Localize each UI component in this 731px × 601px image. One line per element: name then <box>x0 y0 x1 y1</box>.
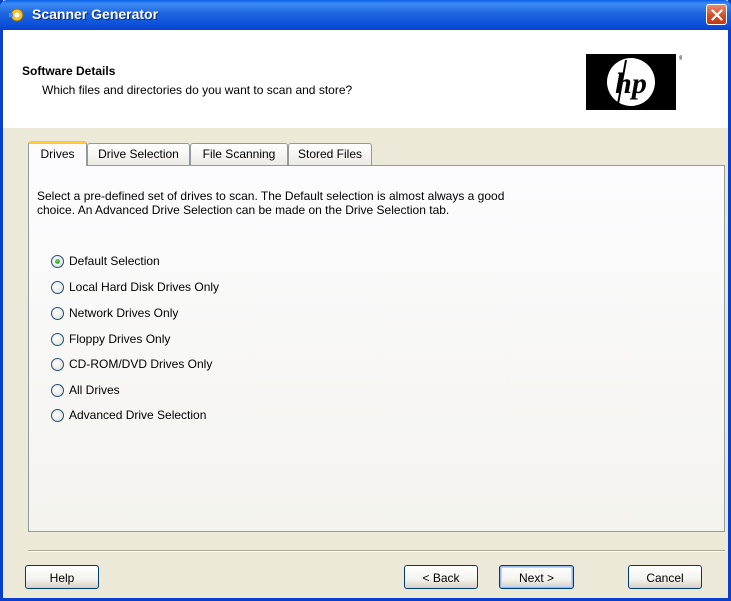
header-title: Software Details <box>22 64 116 78</box>
radio-label: Advanced Drive Selection <box>69 408 207 422</box>
radio-network-drives[interactable]: Network Drives Only <box>51 305 178 321</box>
window-title: Scanner Generator <box>32 6 159 22</box>
radio-label: All Drives <box>69 383 120 397</box>
header-divider <box>3 127 728 128</box>
radio-default-selection[interactable]: Default Selection <box>51 253 160 269</box>
scanner-generator-icon <box>8 6 26 24</box>
hp-logo: hp ® <box>586 54 684 110</box>
dialog-window: Scanner Generator Software Details Which… <box>0 0 731 601</box>
drives-panel: Select a pre-defined set of drives to sc… <box>28 165 725 532</box>
footer-separator-highlight <box>28 551 725 552</box>
help-button[interactable]: Help <box>25 565 99 589</box>
tab-drive-selection[interactable]: Drive Selection <box>87 143 190 165</box>
radio-label: Network Drives Only <box>69 306 179 320</box>
radio-label: Local Hard Disk Drives Only <box>69 280 220 294</box>
intro-line-1: Select a pre-defined set of drives to sc… <box>37 189 505 203</box>
close-button[interactable] <box>706 4 727 25</box>
title-bar[interactable]: Scanner Generator <box>0 0 731 30</box>
tab-drives[interactable]: Drives <box>28 141 87 166</box>
tab-file-scanning-label: File Scanning <box>202 147 276 161</box>
radio-label: Floppy Drives Only <box>69 332 171 346</box>
radio-label: Default Selection <box>69 254 160 268</box>
radio-label: CD-ROM/DVD Drives Only <box>69 357 213 371</box>
intro-line-2: choice. An Advanced Drive Selection can … <box>37 203 450 217</box>
radio-local-hard-disk[interactable]: Local Hard Disk Drives Only <box>51 279 219 295</box>
radio-button[interactable] <box>51 383 64 397</box>
close-icon <box>711 9 723 21</box>
radio-cdrom-dvd[interactable]: CD-ROM/DVD Drives Only <box>51 356 212 372</box>
back-button[interactable]: < Back <box>404 565 478 589</box>
svg-text:®: ® <box>679 55 682 62</box>
tab-file-scanning[interactable]: File Scanning <box>190 143 288 165</box>
tab-drives-label: Drives <box>40 147 75 161</box>
next-button[interactable]: Next > <box>499 565 574 589</box>
radio-button[interactable] <box>51 332 64 346</box>
radio-button[interactable] <box>51 408 64 422</box>
intro-text: Select a pre-defined set of drives to sc… <box>37 189 687 217</box>
header-subtitle: Which files and directories do you want … <box>42 83 353 97</box>
tab-stored-files-label: Stored Files <box>297 147 363 161</box>
radio-button[interactable] <box>51 254 64 268</box>
radio-advanced-drive-selection[interactable]: Advanced Drive Selection <box>51 407 206 423</box>
radio-button[interactable] <box>51 306 64 320</box>
radio-button[interactable] <box>51 280 64 294</box>
radio-button[interactable] <box>51 357 64 371</box>
wizard-header: Software Details Which files and directo… <box>3 30 728 128</box>
radio-all-drives[interactable]: All Drives <box>51 382 120 398</box>
tab-drive-selection-label: Drive Selection <box>98 147 179 161</box>
cancel-button[interactable]: Cancel <box>628 565 702 589</box>
radio-floppy-drives[interactable]: Floppy Drives Only <box>51 331 170 347</box>
tab-stored-files[interactable]: Stored Files <box>288 143 372 165</box>
